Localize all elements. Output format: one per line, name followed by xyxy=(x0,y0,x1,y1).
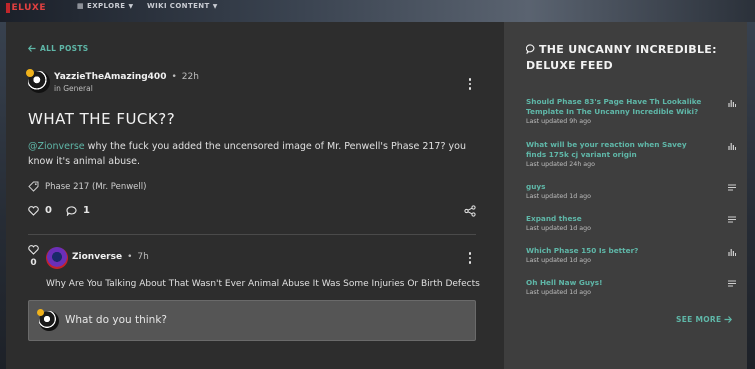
poll-icon xyxy=(728,143,736,150)
post-more-options-icon[interactable] xyxy=(468,78,472,90)
feed-title-text: THE UNCANNY INCREDIBLE: DELUXE FEED xyxy=(526,43,717,72)
feed-item-updated: Last updated 1d ago xyxy=(526,257,592,264)
feed-item[interactable]: Expand these Last updated 1d ago xyxy=(526,214,736,232)
reply-text: Why Are You Talking About That Wasn't Ev… xyxy=(46,279,480,289)
comment-count: 1 xyxy=(82,205,90,216)
post-author-row: YazzieTheAmazing400 • 22h xyxy=(54,72,199,82)
feed-title: THE UNCANNY INCREDIBLE: DELUXE FEED xyxy=(525,42,726,74)
logo-mark-icon xyxy=(6,3,10,13)
feed-item-title[interactable]: Oh Hell Naw Guys! xyxy=(526,278,706,288)
arrow-right-icon xyxy=(724,316,733,323)
see-more-label: SEE MORE xyxy=(676,315,722,324)
reply-avatar[interactable] xyxy=(46,247,68,269)
text-icon xyxy=(728,280,736,287)
all-posts-link[interactable]: ALL POSTS xyxy=(28,44,88,53)
nav-explore[interactable]: ▦ EXPLORE ▼ xyxy=(77,0,133,12)
feed-item-title[interactable]: guys xyxy=(526,182,706,192)
feed-item[interactable]: Should Phase 83's Page Have Th Lookalike… xyxy=(526,97,736,125)
chevron-down-icon: ▼ xyxy=(128,2,134,10)
text-icon xyxy=(728,184,736,191)
like-count: 0 xyxy=(45,205,52,216)
feed-item[interactable]: Which Phase 150 Is better? Last updated … xyxy=(526,246,736,264)
compass-icon: ▦ xyxy=(77,2,85,10)
composer-placeholder: What do you think? xyxy=(65,314,167,326)
site-logo[interactable]: ELUXE xyxy=(6,2,46,14)
comment-composer[interactable]: What do you think? xyxy=(28,300,476,341)
feed-item-updated: Last updated 1d ago xyxy=(526,289,592,296)
feed-sidebar: THE UNCANNY INCREDIBLE: DELUXE FEED Shou… xyxy=(504,22,747,369)
user-mention-link[interactable]: @Zionverse xyxy=(28,141,85,152)
post-tag[interactable]: Phase 217 (Mr. Penwell) xyxy=(28,181,146,192)
feed-item-title[interactable]: What will be your reaction when Savey fi… xyxy=(526,140,706,160)
speech-bubble-icon xyxy=(525,44,535,55)
post-title: WHAT THE FUCK?? xyxy=(28,110,176,128)
reply-timestamp: 7h xyxy=(137,252,149,262)
poll-icon xyxy=(728,100,736,107)
feed-item-title[interactable]: Which Phase 150 Is better? xyxy=(526,246,706,256)
chevron-down-icon: ▼ xyxy=(212,2,218,10)
feed-item-title[interactable]: Should Phase 83's Page Have Th Lookalike… xyxy=(526,97,706,117)
comment-icon[interactable] xyxy=(66,205,77,216)
star-badge-icon xyxy=(26,69,34,77)
reply-like-count: 0 xyxy=(30,258,37,268)
post-timestamp: 22h xyxy=(181,72,199,82)
tag-icon xyxy=(28,181,39,192)
heart-icon[interactable] xyxy=(28,205,39,216)
all-posts-label: ALL POSTS xyxy=(40,44,89,53)
post-panel: ALL POSTS YazzieTheAmazing400 • 22h in G… xyxy=(6,22,504,369)
nav-explore-label: EXPLORE xyxy=(87,2,126,10)
feed-item-updated: Last updated 9h ago xyxy=(526,118,592,125)
divider xyxy=(28,234,476,235)
feed-item[interactable]: What will be your reaction when Savey fi… xyxy=(526,140,736,168)
post-body: @Zionverse why the fuck you added the un… xyxy=(28,139,478,169)
post-body-text: why the fuck you added the uncensored im… xyxy=(28,141,466,167)
poll-icon xyxy=(728,249,736,256)
feed-item-updated: Last updated 1d ago xyxy=(526,225,592,232)
feed-item[interactable]: guys Last updated 1d ago xyxy=(526,182,736,200)
reply-author-name[interactable]: Zionverse xyxy=(72,252,122,262)
text-icon xyxy=(728,216,736,223)
separator-dot: • xyxy=(127,252,133,262)
nav-wiki-content-label: WIKI CONTENT xyxy=(147,2,210,10)
star-badge-icon xyxy=(37,309,44,316)
feed-item[interactable]: Oh Hell Naw Guys! Last updated 1d ago xyxy=(526,278,736,296)
see-more-link[interactable]: SEE MORE xyxy=(676,315,733,324)
post-reactions: 0 1 xyxy=(28,205,90,216)
share-icon[interactable] xyxy=(464,205,476,217)
separator-dot: • xyxy=(171,72,177,82)
reply-more-options-icon[interactable] xyxy=(468,252,472,264)
post-category[interactable]: in General xyxy=(54,84,93,93)
feed-item-updated: Last updated 24h ago xyxy=(526,161,596,168)
feed-item-title[interactable]: Expand these xyxy=(526,214,706,224)
logo-text: ELUXE xyxy=(11,3,46,13)
reply-author-row: Zionverse • 7h xyxy=(72,252,149,262)
nav-wiki-content[interactable]: WIKI CONTENT ▼ xyxy=(147,0,218,12)
heart-icon[interactable] xyxy=(28,245,39,255)
top-nav-bar: ELUXE ▦ EXPLORE ▼ WIKI CONTENT ▼ xyxy=(0,0,755,22)
reply-like: 0 xyxy=(28,245,39,268)
arrow-left-icon xyxy=(28,45,36,52)
post-author-name[interactable]: YazzieTheAmazing400 xyxy=(54,72,166,82)
feed-item-updated: Last updated 1d ago xyxy=(526,193,592,200)
post-tag-label: Phase 217 (Mr. Penwell) xyxy=(45,181,147,192)
